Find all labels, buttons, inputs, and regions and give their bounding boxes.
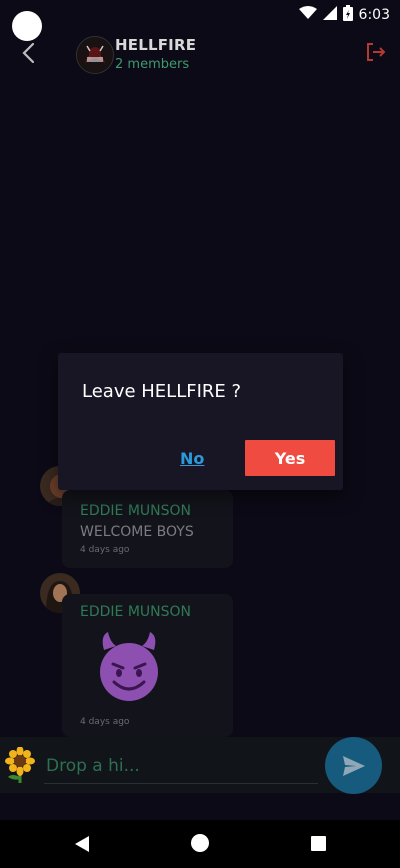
- sunflower-icon[interactable]: [4, 746, 36, 783]
- status-bar: 6:03: [0, 0, 400, 41]
- send-button[interactable]: [325, 737, 382, 794]
- dialog-title: Leave HELLFIRE ?: [82, 381, 242, 402]
- message-time: 4 days ago: [80, 717, 130, 727]
- dialog-no-button[interactable]: No: [180, 449, 204, 468]
- system-nav-bar: [0, 820, 400, 868]
- triangle-back-icon: [75, 836, 89, 852]
- message-bubble[interactable]: EDDIE MUNSON WELCOME BOYS 4 days ago: [62, 490, 233, 568]
- nav-back-button[interactable]: [74, 836, 90, 856]
- group-avatar[interactable]: [76, 36, 114, 74]
- dialog-yes-button[interactable]: Yes: [245, 440, 335, 476]
- group-name[interactable]: HELLFIRE: [115, 36, 196, 54]
- status-time: 6:03: [358, 7, 390, 23]
- message-time: 4 days ago: [80, 545, 130, 555]
- nav-home-button[interactable]: [191, 834, 209, 852]
- message-emoji: 😈: [96, 630, 162, 702]
- hellfire-logo: [78, 38, 112, 72]
- message-text: WELCOME BOYS: [80, 524, 194, 540]
- leave-group-dialog: Leave HELLFIRE ? No Yes: [58, 353, 343, 490]
- chat-screen: 6:03 HELLFIRE 2 members EDDIE MUNSON WEL…: [0, 0, 400, 868]
- logout-icon: [367, 43, 386, 61]
- back-button[interactable]: [14, 38, 44, 68]
- message-input[interactable]: [44, 749, 318, 784]
- message-sender: EDDIE MUNSON: [80, 503, 192, 519]
- dialog-yes-label: Yes: [274, 448, 306, 468]
- status-icons: 6:03: [298, 5, 390, 25]
- battery-icon: [342, 5, 353, 25]
- message-bubble[interactable]: EDDIE MUNSON 😈 4 days ago: [62, 594, 233, 737]
- wifi-icon: [298, 6, 317, 24]
- send-icon: [342, 755, 365, 776]
- message-sender: EDDIE MUNSON: [80, 604, 192, 620]
- nav-recents-button[interactable]: [311, 836, 326, 851]
- leave-group-button[interactable]: [364, 40, 388, 64]
- chat-header: HELLFIRE 2 members: [0, 28, 400, 80]
- chevron-left-icon: [22, 42, 35, 64]
- signal-icon: [322, 6, 337, 24]
- group-members-count: 2 members: [115, 57, 190, 72]
- smiling-devil-icon: [100, 632, 158, 701]
